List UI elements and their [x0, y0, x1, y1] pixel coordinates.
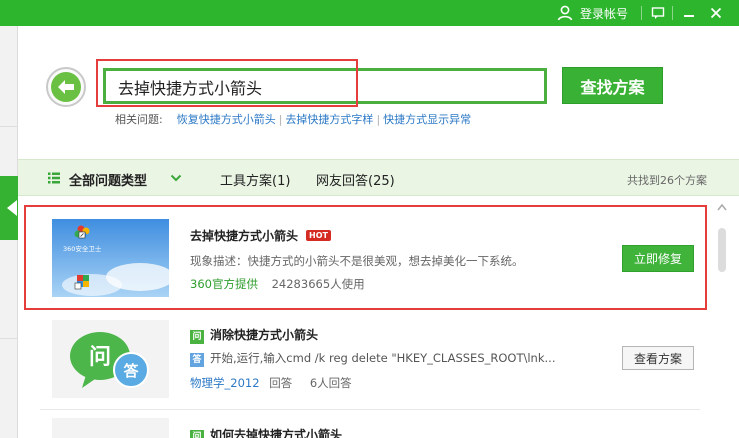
answer-text: 开始,运行,输入cmd /k reg delete "HKEY_CLASSES_…: [210, 351, 556, 365]
related-link-display-error[interactable]: 快捷方式显示异常: [383, 111, 471, 127]
titlebar-divider: [672, 6, 673, 20]
user-icon: [557, 5, 573, 21]
scroll-up-icon[interactable]: [717, 203, 727, 211]
login-label: 登录帐号: [580, 6, 629, 21]
minimize-icon: [684, 15, 694, 17]
search-input[interactable]: [118, 76, 538, 98]
back-button[interactable]: [46, 67, 86, 107]
side-nav: [0, 26, 18, 438]
thumb-question-text: 问: [89, 345, 111, 370]
tab-tools[interactable]: 工具方案(1): [220, 170, 290, 189]
close-icon: [710, 7, 722, 19]
tab-community[interactable]: 网友回答(25): [316, 170, 395, 189]
all-types-dropdown[interactable]: 全部问题类型: [69, 170, 147, 189]
thumb-answer-text: 答: [123, 362, 139, 380]
close-button[interactable]: [706, 3, 726, 23]
feedback-icon: [651, 7, 665, 19]
link-separator: |: [278, 112, 283, 126]
side-nav-divider: [0, 126, 17, 127]
side-nav-divider: [0, 338, 17, 339]
filter-bar: 全部问题类型 工具方案(1) 网友回答(25) 共找到26个方案: [18, 159, 739, 196]
results-count: 共找到26个方案: [627, 174, 707, 187]
question-title-text: 如何去掉快捷方式小箭头: [210, 428, 343, 438]
result-meta: 360官方提供 24283665人使用: [190, 276, 365, 292]
minimize-button[interactable]: [679, 3, 699, 23]
result-thumbnail: 360安全卫士: [52, 219, 169, 297]
question-title-text: 消除快捷方式小箭头: [210, 328, 319, 342]
result-title-text: 去掉快捷方式小箭头: [190, 229, 299, 243]
result-item-official: 360安全卫士 去掉快捷方式小箭头 HOT 现象描述：快捷方式的小箭头不是很美观，…: [40, 207, 700, 309]
result-title[interactable]: 去掉快捷方式小箭头 HOT: [190, 227, 331, 244]
thumb-caption: 360安全卫士: [63, 244, 102, 253]
question-title[interactable]: 问如何去掉快捷方式小箭头: [190, 426, 342, 438]
question-title[interactable]: 问消除快捷方式小箭头: [190, 326, 318, 344]
answer-author-link[interactable]: 物理学_2012: [190, 376, 260, 390]
related-label: 相关问题:: [115, 113, 163, 126]
result-description: 现象描述：快捷方式的小箭头不是很美观，想去掉美化一下系统。: [190, 254, 524, 268]
answers-count: 6人回答: [309, 376, 352, 390]
list-icon: [48, 172, 60, 184]
provider-label: 360官方提供: [190, 277, 258, 291]
related-questions: 相关问题: 恢复快捷方式小箭头 | 去掉快捷方式字样 | 快捷方式显示异常: [115, 111, 471, 127]
back-button-circle: [51, 72, 81, 102]
back-arrow-icon: [58, 80, 74, 94]
chevron-down-icon[interactable]: [170, 172, 182, 184]
qa-thumbnail: 问 答: [52, 320, 169, 398]
login-button[interactable]: 登录帐号: [556, 3, 628, 23]
answer-tag: 答: [190, 353, 204, 367]
related-link-remove-text[interactable]: 去掉快捷方式字样: [285, 111, 373, 127]
result-item-qa: 问 答 问消除快捷方式小箭头 答开始,运行,输入cmd /k reg delet…: [40, 318, 700, 408]
result-item-qa: 问如何去掉快捷方式小箭头: [40, 418, 700, 438]
hot-badge: HOT: [306, 230, 331, 241]
usage-count: 24283665人使用: [271, 277, 365, 291]
qa-meta: 物理学_2012 回答 6人回答: [190, 375, 352, 391]
side-nav-active-item[interactable]: [0, 176, 18, 240]
answer-action: 回答: [269, 376, 293, 390]
search-box: [103, 68, 547, 104]
feedback-button[interactable]: [648, 3, 668, 23]
fix-now-button[interactable]: 立即修复: [622, 245, 694, 272]
question-tag: 问: [190, 330, 204, 344]
pointer-arrow-icon: [7, 200, 17, 216]
answer-snippet: 答开始,运行,输入cmd /k reg delete "HKEY_CLASSES…: [190, 350, 580, 367]
search-button[interactable]: 查找方案: [562, 67, 663, 104]
result-divider: [40, 409, 700, 410]
title-bar: 登录帐号: [0, 0, 739, 26]
titlebar-divider: [641, 6, 642, 20]
related-link-restore-arrow[interactable]: 恢复快捷方式小箭头: [177, 111, 276, 127]
scrollbar-thumb[interactable]: [718, 228, 726, 272]
link-separator: |: [376, 112, 381, 126]
qa-thumbnail: [52, 418, 169, 438]
question-tag: 问: [190, 430, 204, 438]
view-solution-button[interactable]: 查看方案: [622, 346, 694, 370]
